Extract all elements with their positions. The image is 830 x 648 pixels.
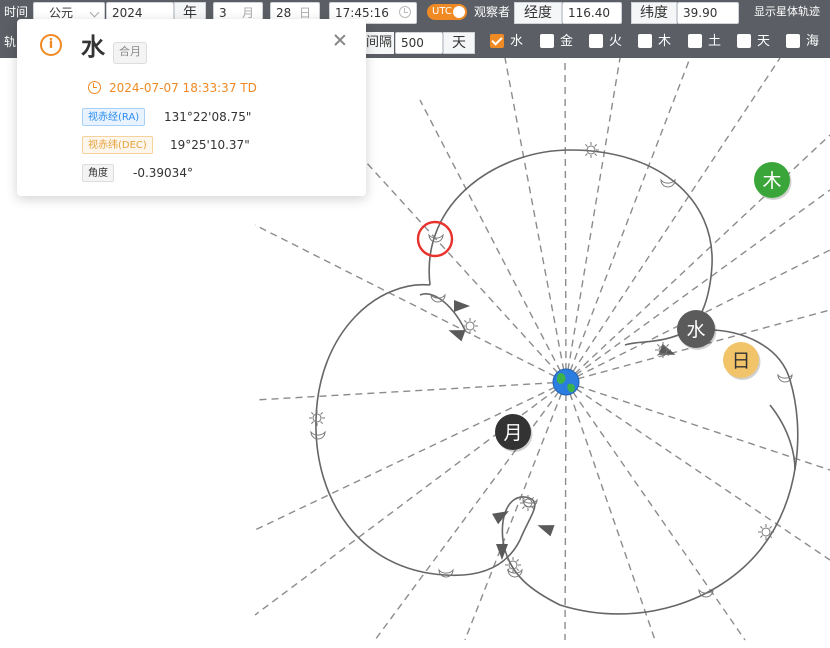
direction-arrow-4: [537, 525, 555, 537]
interval-unit: 天: [443, 32, 475, 54]
info-popup: i 水 合月 2024-07-07 18:33:37 TD 视赤经(RA) 13…: [17, 19, 366, 196]
popup-title: 水: [81, 33, 105, 61]
sun-phase-icon: [583, 142, 599, 158]
latitude-label: 纬度: [631, 2, 677, 24]
sight-line-6: [254, 381, 567, 531]
day-value: 28: [276, 6, 292, 20]
clock-icon: [88, 81, 101, 94]
ra-tag: 视赤经(RA): [82, 108, 146, 126]
sight-line-1: [504, 57, 567, 383]
planet-label-jupiter: 木: [658, 34, 672, 49]
year-value: 2024: [112, 6, 143, 20]
chevron-down-icon: [89, 7, 100, 18]
direction-arrow-3: [492, 511, 509, 525]
sight-line-14: [565, 381, 830, 471]
sun-phase-icon: [758, 524, 774, 540]
sight-line-13: [565, 381, 830, 561]
angle-tag: 角度: [82, 164, 114, 182]
planet-label-mars: 火: [609, 34, 623, 49]
planet-label-neptune: 海: [806, 34, 820, 49]
body-label-3: 木: [762, 170, 781, 192]
longitude-value: 116.40: [568, 6, 610, 20]
sight-line-5: [254, 381, 567, 401]
sight-line-3: [354, 149, 567, 383]
latitude-input[interactable]: 39.90: [677, 2, 739, 24]
direction-arrow-0: [454, 300, 470, 312]
checkbox-venus[interactable]: [540, 34, 554, 48]
clock-value: 17:45:16: [335, 6, 389, 20]
sun-phase-icon: [309, 410, 325, 426]
sight-line-10: [564, 381, 567, 641]
latitude-value: 39.90: [683, 6, 718, 20]
checkbox-jupiter[interactable]: [638, 34, 652, 48]
sun-phase-icon: [462, 318, 478, 334]
sight-line-21: [565, 57, 621, 383]
sight-line-0: [564, 57, 567, 383]
sight-line-4: [254, 224, 567, 383]
sight-line-19: [565, 57, 781, 383]
info-icon: i: [40, 34, 62, 56]
checkbox-mars[interactable]: [589, 34, 603, 48]
dec-value: 19°25'10.37": [170, 138, 250, 152]
longitude-input[interactable]: 116.40: [562, 2, 622, 24]
mercury-track-inner: [419, 293, 466, 331]
sun-phase-icon: [505, 557, 521, 573]
mercury-track-top: [428, 149, 713, 346]
track-label: 轨: [4, 35, 17, 49]
clock-icon: [399, 6, 411, 18]
interval-value: 500: [401, 36, 424, 50]
planet-label-mercury: 水: [510, 34, 524, 49]
earth-icon: [552, 368, 580, 396]
observer-label: 观察者: [474, 5, 511, 19]
utc-label: UTC: [432, 6, 452, 17]
sight-line-20: [565, 57, 691, 383]
dec-tag: 视赤纬(DEC): [82, 136, 153, 154]
checkbox-saturn[interactable]: [688, 34, 702, 48]
sight-line-8: [374, 381, 567, 641]
checkbox-neptune[interactable]: [786, 34, 800, 48]
body-label-0: 水: [686, 319, 705, 341]
close-icon[interactable]: [333, 33, 347, 47]
sight-line-11: [565, 381, 656, 641]
popup-tag: 合月: [113, 42, 147, 64]
sight-line-17: [565, 189, 830, 383]
angle-value: -0.39034°: [133, 166, 193, 180]
crescent-moon-icon: [428, 233, 444, 243]
planet-label-venus: 金: [560, 34, 574, 49]
planet-label-uranus: 天: [757, 34, 771, 49]
body-label-1: 日: [731, 350, 750, 372]
body-label-2: 月: [503, 422, 522, 444]
ra-value: 131°22'08.75": [164, 110, 252, 124]
era-value: 公元: [49, 6, 74, 20]
planet-label-saturn: 土: [708, 34, 722, 49]
toggle-knob: [453, 6, 465, 18]
sight-line-2: [419, 99, 567, 383]
checkbox-mercury[interactable]: [490, 34, 504, 48]
show-track-label[interactable]: 显示星体轨迹: [754, 0, 820, 24]
utc-toggle[interactable]: UTC: [427, 4, 467, 20]
month-value: 3: [219, 6, 227, 20]
popup-datetime: 2024-07-07 18:33:37 TD: [109, 81, 257, 95]
sight-line-12: [565, 381, 746, 641]
mercury-track-arc: [769, 404, 796, 471]
crescent-moon-icon: [310, 430, 326, 440]
checkbox-uranus[interactable]: [737, 34, 751, 48]
interval-input[interactable]: 500: [395, 32, 443, 54]
longitude-label: 经度: [514, 2, 562, 24]
